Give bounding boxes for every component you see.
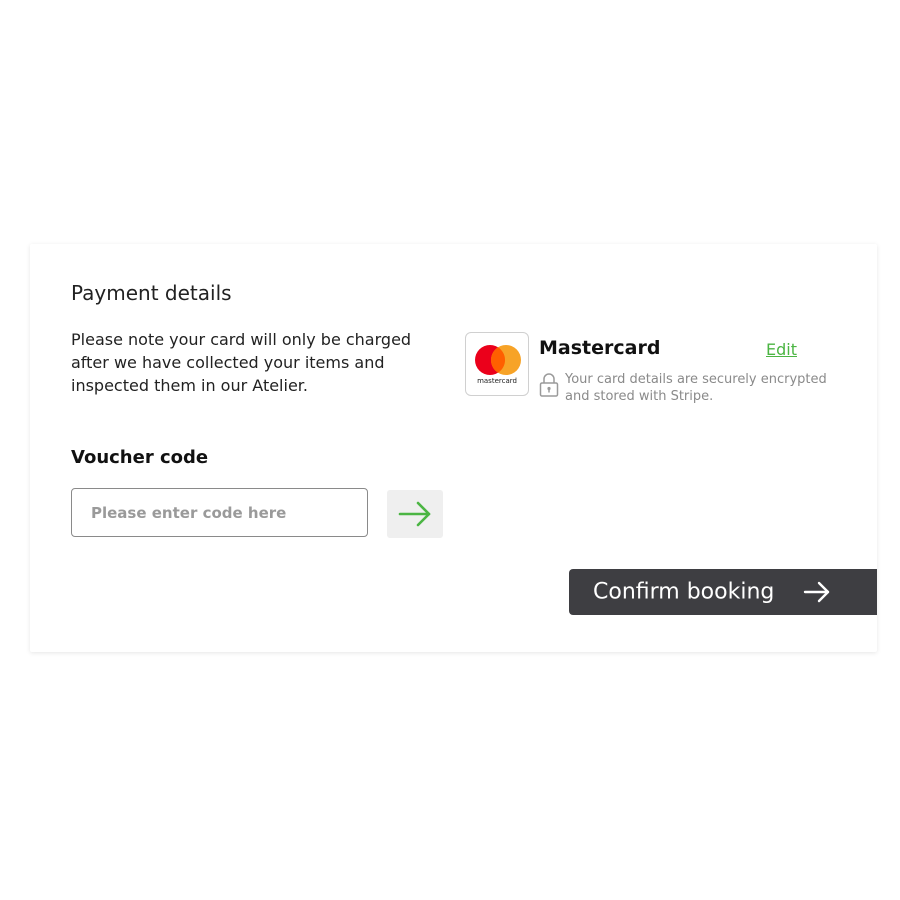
edit-card-link[interactable]: Edit	[766, 340, 797, 359]
mastercard-logo-icon: mastercard	[465, 332, 529, 396]
arrow-right-icon	[803, 581, 831, 603]
brand-logo-text: mastercard	[477, 377, 517, 385]
confirm-booking-label: Confirm booking	[593, 579, 775, 605]
apply-voucher-button[interactable]	[387, 490, 443, 538]
payment-method: mastercard Mastercard Edit Your card det…	[465, 332, 845, 412]
payment-card: Payment details Please note your card wi…	[30, 244, 877, 652]
arrow-right-icon	[387, 501, 443, 527]
card-brand-name: Mastercard	[539, 337, 661, 359]
page-title: Payment details	[71, 281, 232, 305]
confirm-booking-button[interactable]: Confirm booking	[569, 569, 877, 615]
voucher-label: Voucher code	[71, 447, 209, 468]
voucher-code-input[interactable]	[71, 488, 368, 537]
charge-note: Please note your card will only be charg…	[71, 330, 412, 395]
security-note: Your card details are securely encrypted…	[565, 372, 827, 404]
lock-icon	[539, 372, 559, 398]
